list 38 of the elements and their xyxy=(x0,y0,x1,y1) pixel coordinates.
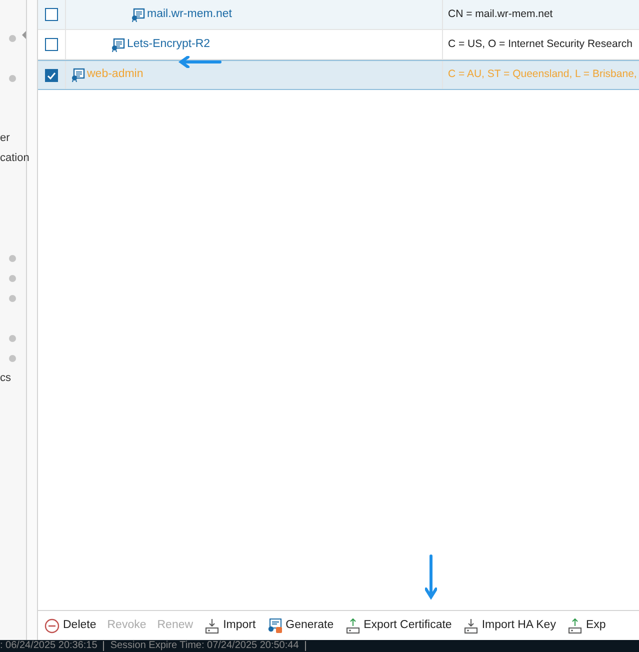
import-icon xyxy=(204,618,220,634)
bullet-dot-icon xyxy=(9,354,16,362)
bullet-dot-icon xyxy=(9,294,16,302)
toolbar-button[interactable]: Generate xyxy=(266,616,334,634)
certificate-icon xyxy=(111,38,125,52)
table-cell-text: C = AU, ST = Queensland, L = Brisbane, xyxy=(448,67,637,82)
bullet-dot-icon xyxy=(9,254,16,262)
export-icon xyxy=(566,618,583,634)
status-text: : 06/24/2025 20:36:15 xyxy=(0,640,98,652)
table-cell-text: CN = mail.wr-mem.net xyxy=(448,6,553,22)
row-checkbox[interactable] xyxy=(45,68,58,82)
annotation-arrow xyxy=(178,56,222,68)
bullet-dot-icon xyxy=(9,274,16,282)
toolbar-button[interactable]: Export Certificate xyxy=(344,616,452,634)
delete-icon xyxy=(44,618,60,634)
row-checkbox[interactable] xyxy=(45,38,58,51)
row-checkbox[interactable] xyxy=(45,8,58,21)
toolbar-button[interactable]: Delete xyxy=(44,616,96,634)
annotation-arrow xyxy=(425,554,437,600)
toolbar-button[interactable]: Import HA Key xyxy=(462,616,556,634)
sidebar-item[interactable]: er xyxy=(0,130,10,146)
bullet-dot-icon xyxy=(9,34,16,42)
sidebar-item[interactable]: cation xyxy=(0,150,30,166)
certificate-icon xyxy=(131,8,145,22)
bullet-dot-icon xyxy=(9,74,16,82)
sidebar-item[interactable]: cs xyxy=(0,370,11,386)
table-cell-text: C = US, O = Internet Security Research xyxy=(448,36,632,52)
toolbar-button[interactable]: Exp xyxy=(566,616,606,634)
bullet-dot-icon xyxy=(9,334,16,342)
certificate-gear-icon xyxy=(266,618,283,634)
import-icon xyxy=(462,618,479,634)
export-icon xyxy=(344,618,361,634)
certificate-name[interactable]: Lets-Encrypt-R2 xyxy=(127,36,210,54)
table-row[interactable]: mail.wr-mem.net CN = mail.wr-mem.net xyxy=(38,0,639,30)
toolbar-button[interactable]: Import xyxy=(204,616,256,634)
status-text: Session Expire Time: 07/24/2025 20:50:44 xyxy=(110,640,299,652)
certificate-icon xyxy=(71,68,85,82)
certificate-name[interactable]: mail.wr-mem.net xyxy=(147,6,232,24)
